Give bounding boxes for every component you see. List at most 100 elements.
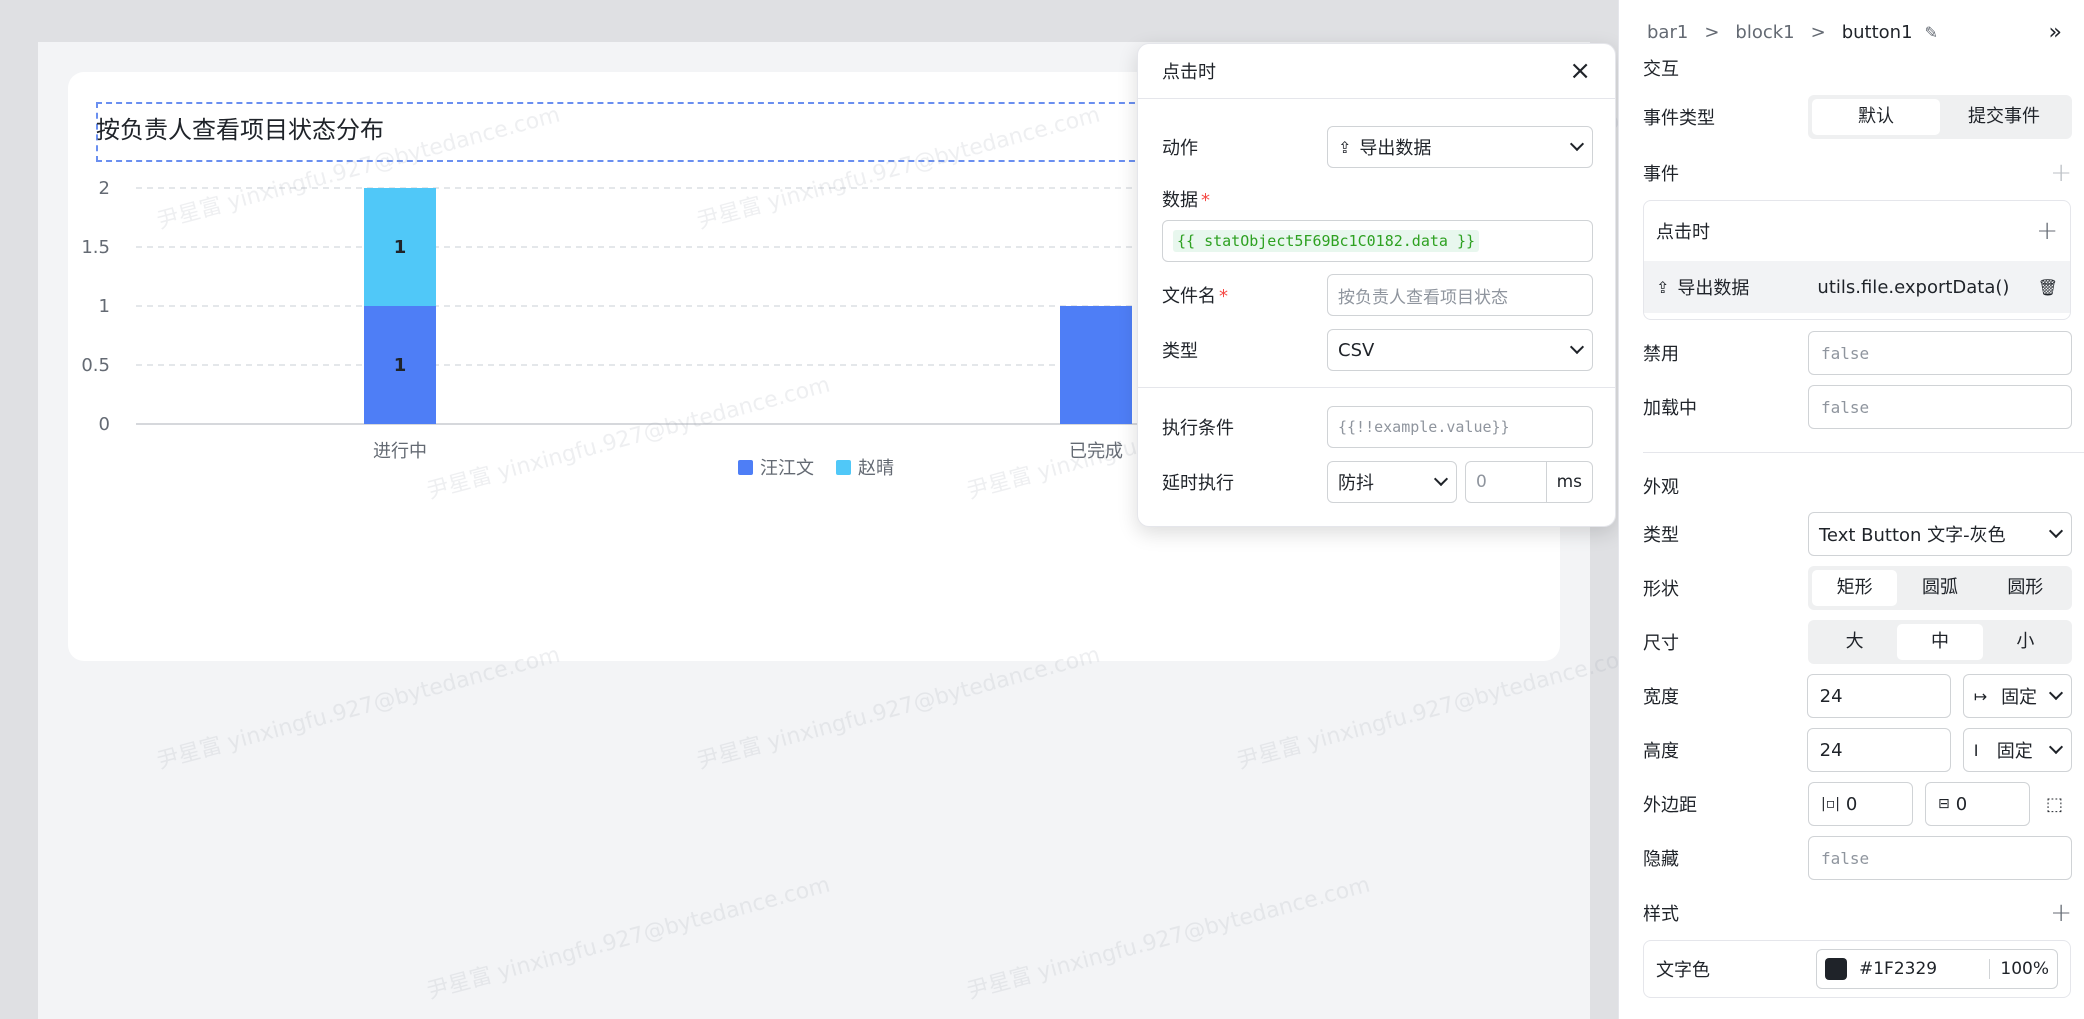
button-type-value: Text Button 文字-灰色 (1819, 525, 2006, 546)
margin-y-input[interactable]: ⊟ 0 (1925, 782, 2030, 826)
text-color-picker[interactable]: #1F2329 100% (1816, 949, 2058, 989)
y-tick-label: 0.5 (81, 355, 110, 376)
shape-round[interactable]: 圆弧 (1897, 570, 1982, 606)
y-tick-label: 0 (99, 414, 110, 435)
text-color-opacity: 100% (1989, 959, 2049, 979)
margin-y-value: 0 (1955, 793, 1968, 815)
data-label: 数据 * (1162, 190, 1210, 211)
size-small[interactable]: 小 (1983, 624, 2068, 660)
button-type-select[interactable]: Text Button 文字-灰色 (1808, 512, 2072, 556)
on-click-label: 点击时 (1656, 222, 1710, 243)
add-style-icon[interactable]: + (2050, 898, 2072, 928)
color-swatch[interactable] (1825, 958, 1847, 980)
shape-label: 形状 (1643, 579, 1679, 600)
action-row: 动作 ⇪ 导出数据 (1162, 126, 1593, 168)
on-click-event: 点击时 + (1644, 201, 2070, 261)
filename-label: 文件名 * (1162, 286, 1228, 307)
x-tick-label: 已完成 (1069, 441, 1123, 462)
height-value: 24 (1819, 739, 1843, 761)
shape-segment: 矩形 圆弧 圆形 (1808, 566, 2072, 610)
delete-icon[interactable]: 🗑 (2038, 278, 2058, 297)
appearance-section: 外观 (1643, 473, 2072, 499)
width-label: 宽度 (1643, 687, 1679, 708)
data-row: {{ statObject5F69Bc1C0182.data }} (1162, 220, 1593, 262)
appearance-title: 外观 (1643, 477, 1679, 498)
condition-row: 执行条件 {{!!example.value}} (1162, 406, 1593, 448)
shape-circle[interactable]: 圆形 (1983, 570, 2068, 606)
export-icon: ⇪ (1338, 137, 1352, 157)
legend-swatch (738, 460, 753, 475)
popover-divider (1138, 387, 1615, 388)
button-type-label: 类型 (1643, 525, 1679, 546)
height-input[interactable]: 24 (1806, 728, 1951, 772)
export-icon: ⇪ (1656, 277, 1670, 297)
add-event-icon[interactable]: + (2050, 158, 2072, 188)
event-action-item[interactable]: ⇪ 导出数据 utils.file.exportData() 🗑 (1644, 261, 2070, 313)
breadcrumb-item[interactable]: block1 (1735, 22, 1794, 43)
width-mode-select[interactable]: ↦ 固定 (1962, 674, 2073, 718)
event-type-label: 事件类型 (1643, 108, 1715, 129)
data-expression-input[interactable]: {{ statObject5F69Bc1C0182.data }} (1162, 220, 1593, 262)
properties-panel: bar1 > block1 > button1 ✎ » 交互 事件类型 默认 提… (1618, 0, 2084, 1019)
filename-input[interactable]: 按负责人查看项目状态 (1327, 274, 1593, 316)
interaction-section: 交互 (1643, 55, 2072, 81)
disabled-value: false (1821, 343, 1870, 363)
height-row: 高度 24 I 固定 (1643, 728, 2073, 772)
popover-title: 点击时 (1162, 62, 1216, 83)
action-select[interactable]: ⇪ 导出数据 (1327, 126, 1593, 168)
loading-input[interactable]: false (1808, 385, 2072, 429)
breadcrumb-current: button1 (1841, 22, 1913, 43)
width-input[interactable]: 24 (1806, 674, 1951, 718)
delay-mode-select[interactable]: 防抖 (1327, 461, 1457, 503)
size-large[interactable]: 大 (1812, 624, 1897, 660)
margin-x-input[interactable]: |▫| 0 (1808, 782, 1913, 826)
delay-ms-input[interactable]: 0 ms (1465, 461, 1593, 503)
event-type-default[interactable]: 默认 (1812, 99, 1940, 135)
data-label-row: 数据 * (1162, 184, 1593, 214)
shape-row: 形状 矩形 圆弧 圆形 (1643, 566, 2072, 610)
edit-icon[interactable]: ✎ (1925, 23, 1938, 42)
event-list: 点击时 + ⇪ 导出数据 utils.file.exportData() 🗑 (1643, 200, 2071, 320)
size-label: 尺寸 (1643, 633, 1679, 654)
filename-placeholder: 按负责人查看项目状态 (1338, 287, 1508, 308)
condition-input[interactable]: {{!!example.value}} (1327, 406, 1593, 448)
margin-expand-icon[interactable]: ⬚ (2046, 794, 2063, 815)
hidden-label: 隐藏 (1643, 849, 1679, 870)
breadcrumb-item[interactable]: bar1 (1647, 22, 1688, 43)
type-label: 类型 (1162, 341, 1198, 362)
events-row: 事件 + (1643, 158, 2072, 188)
data-expression-value: {{ statObject5F69Bc1C0182.data }} (1173, 230, 1480, 252)
y-tick-label: 1 (99, 296, 110, 317)
text-color-hex: #1F2329 (1859, 959, 1938, 979)
delay-mode-value: 防抖 (1338, 473, 1374, 494)
y-tick-label: 1.5 (81, 237, 110, 258)
type-row: 类型 CSV (1162, 329, 1593, 371)
size-medium[interactable]: 中 (1897, 624, 1983, 660)
chevron-down-icon (2048, 523, 2064, 539)
hidden-input[interactable]: false (1808, 836, 2072, 880)
shape-rect[interactable]: 矩形 (1812, 570, 1898, 606)
size-segment: 大 中 小 (1808, 620, 2072, 664)
loading-row: 加载中 false (1643, 385, 2072, 429)
breadcrumb: bar1 > block1 > button1 ✎ (1647, 22, 1938, 43)
legend-label: 赵晴 (858, 458, 894, 479)
type-select[interactable]: CSV (1327, 329, 1593, 371)
height-mode-icon: I (1973, 740, 1979, 760)
close-icon[interactable]: × (1569, 58, 1591, 84)
add-action-icon[interactable]: + (2036, 216, 2058, 246)
event-type-submit[interactable]: 提交事件 (1940, 99, 2068, 135)
disabled-input[interactable]: false (1808, 331, 2072, 375)
bar-segment (1060, 306, 1132, 424)
chevron-down-icon (2048, 685, 2064, 701)
loading-value: false (1821, 397, 1870, 417)
delay-value: 0 (1476, 472, 1487, 492)
chevron-right-icon: > (1810, 22, 1826, 43)
margin-horizontal-icon: |▫| (1821, 796, 1840, 812)
collapse-panel-icon[interactable]: » (2049, 20, 2062, 45)
event-action-label: 导出数据 (1677, 278, 1750, 299)
height-mode-select[interactable]: I 固定 (1962, 728, 2073, 772)
height-mode-value: 固定 (1996, 741, 2033, 762)
legend-label: 汪江文 (760, 458, 814, 479)
chevron-down-icon (1569, 136, 1585, 152)
delay-row: 延时执行 防抖 0 ms (1162, 461, 1593, 503)
